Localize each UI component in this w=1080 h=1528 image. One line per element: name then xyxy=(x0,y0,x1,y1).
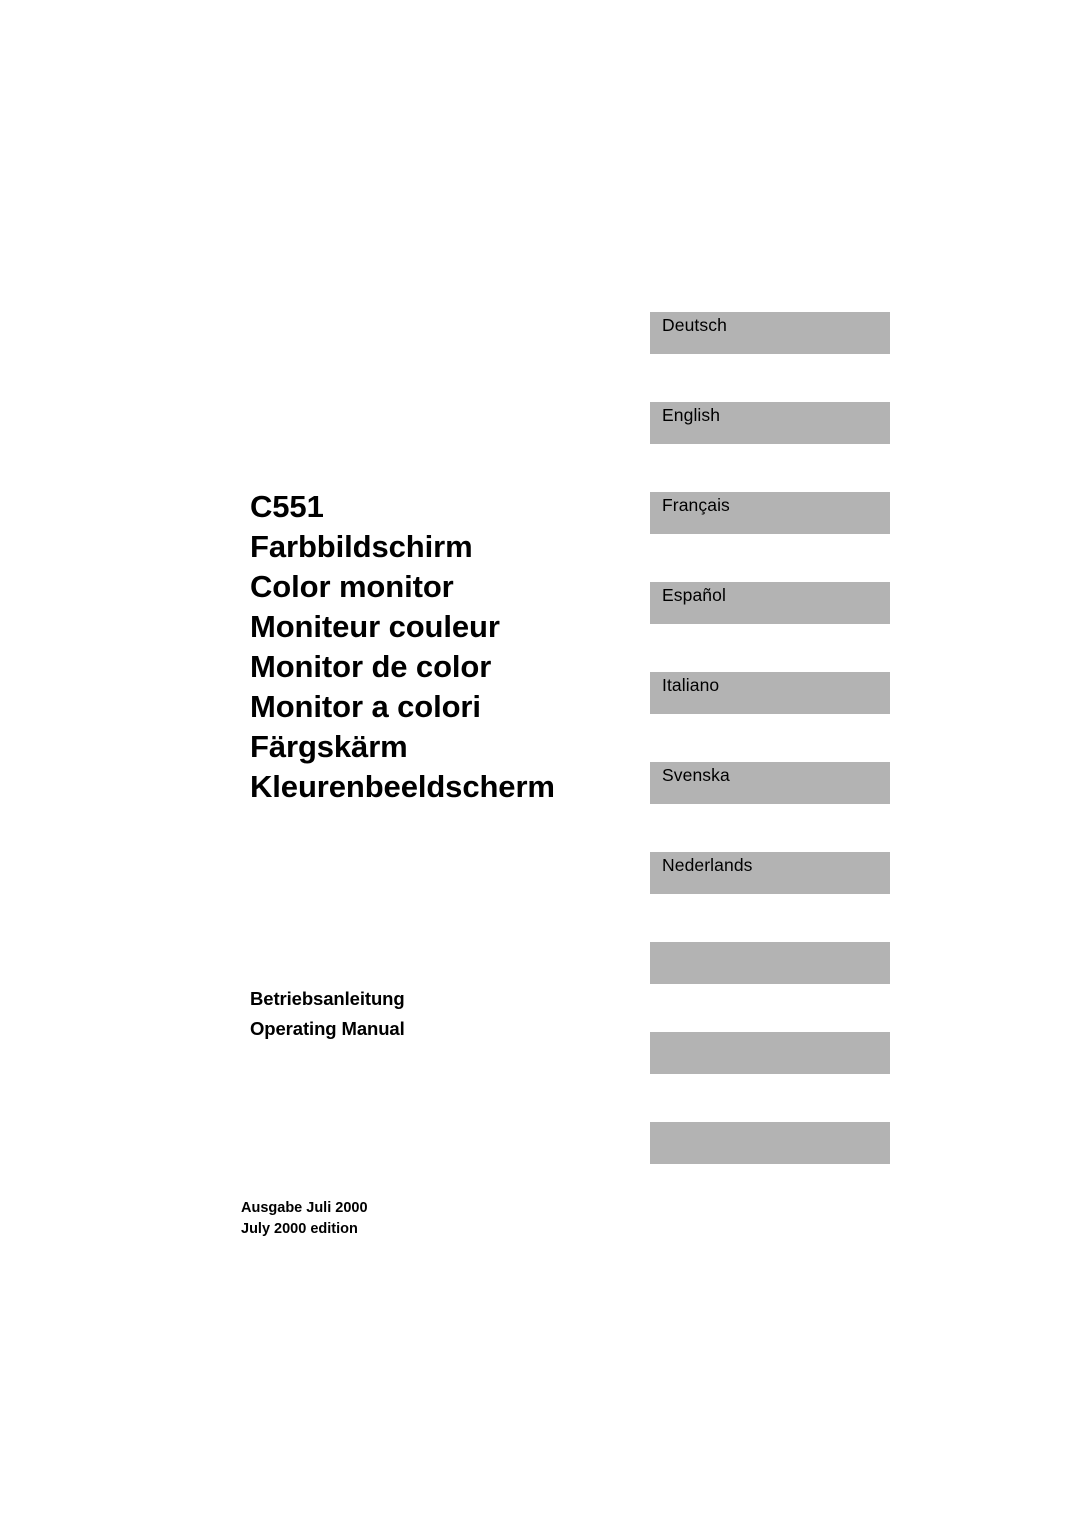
language-tab-label: Deutsch xyxy=(662,315,727,335)
language-tab-english[interactable]: English xyxy=(650,402,890,444)
edition-en: July 2000 edition xyxy=(241,1221,358,1237)
title-line-it: Monitor a colori xyxy=(250,689,481,724)
language-tab-blank-2 xyxy=(650,1032,890,1074)
title-line-fr: Moniteur couleur xyxy=(250,609,500,644)
language-tab-column: Deutsch English Français Español Italian… xyxy=(650,312,890,1212)
edition-de: Ausgabe Juli 2000 xyxy=(241,1200,368,1216)
language-tab-blank-1 xyxy=(650,942,890,984)
title-line-model: C551 xyxy=(250,489,324,524)
language-tab-italiano[interactable]: Italiano xyxy=(650,672,890,714)
language-tab-label: English xyxy=(662,405,721,425)
document-cover-page: Deutsch English Français Español Italian… xyxy=(0,0,1080,1528)
edition-block: Ausgabe Juli 2000 July 2000 edition xyxy=(241,1198,661,1240)
language-tab-blank-3 xyxy=(650,1122,890,1164)
language-tab-svenska[interactable]: Svenska xyxy=(650,762,890,804)
title-line-nl: Kleurenbeeldscherm xyxy=(250,769,555,804)
language-tab-label: Italiano xyxy=(662,675,720,695)
manual-type-block: Betriebsanleitung Operating Manual xyxy=(250,984,670,1044)
language-tab-francais[interactable]: Français xyxy=(650,492,890,534)
title-line-en: Color monitor xyxy=(250,569,454,604)
title-line-sv: Färgskärm xyxy=(250,729,408,764)
title-line-es: Monitor de color xyxy=(250,649,492,684)
title-line-de: Farbbildschirm xyxy=(250,529,473,564)
language-tab-deutsch[interactable]: Deutsch xyxy=(650,312,890,354)
page-title: C551 Farbbildschirm Color monitor Monite… xyxy=(250,487,670,807)
language-tab-label: Nederlands xyxy=(662,855,753,875)
language-tab-label: Español xyxy=(662,585,726,605)
language-tab-label: Français xyxy=(662,495,730,515)
language-tab-nederlands[interactable]: Nederlands xyxy=(650,852,890,894)
manual-type-de: Betriebsanleitung xyxy=(250,988,405,1009)
language-tab-espanol[interactable]: Español xyxy=(650,582,890,624)
manual-type-en: Operating Manual xyxy=(250,1018,405,1039)
language-tab-label: Svenska xyxy=(662,765,730,785)
